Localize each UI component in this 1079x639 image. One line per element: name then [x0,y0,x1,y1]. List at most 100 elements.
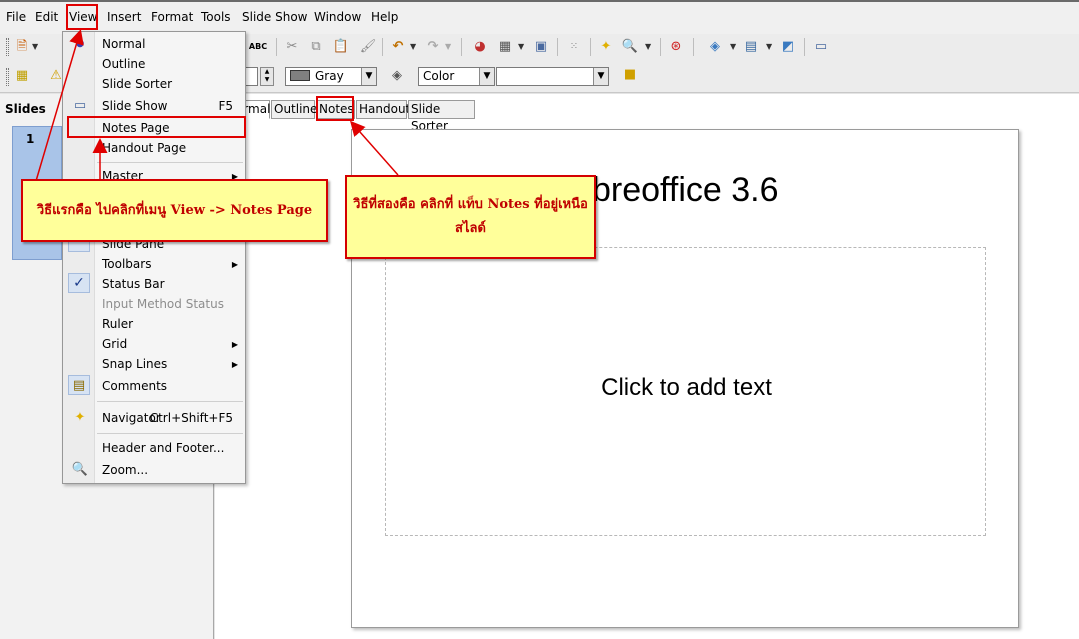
placeholder-text: Click to add text [601,374,772,401]
menu-item-toolbars[interactable]: Toolbars [102,257,151,271]
menu-item-grid[interactable]: Grid [102,337,127,351]
area-value-select[interactable]: ▼ [496,67,609,86]
start-slideshow-icon[interactable]: ▭ [813,39,829,55]
chevron-down-icon[interactable]: ▼ [766,39,773,55]
toolbar-grip[interactable] [6,68,9,86]
slide-layout-icon[interactable]: ▤ [743,39,759,55]
menu-tools[interactable]: Tools [201,10,231,24]
tab-slide-sorter[interactable]: Slide Sorter [408,100,475,133]
menu-item-normal[interactable]: Normal [102,37,145,51]
menu-slide-show[interactable]: Slide Show [242,10,307,24]
undo-icon[interactable]: ↶ [390,39,406,55]
clone-formatting-icon[interactable]: 🖌 [360,39,377,55]
toolbar-separator [590,38,591,56]
chevron-down-icon[interactable]: ▼ [361,68,376,85]
menu-item-snap-lines[interactable]: Snap Lines [102,357,167,371]
tab-handout[interactable]: Handout [356,100,410,119]
highlight-notes-tab [316,96,354,121]
shadow-icon[interactable]: ■ [622,67,638,83]
navigator-icon: ✦ [74,409,86,425]
callout-first-method: วิธีแรกคือ ไปคลิกที่เมนู View -> Notes P… [21,179,328,242]
toolbar-separator [276,38,277,56]
menu-edit[interactable]: Edit [35,10,58,24]
line-color-value: Gray [315,69,344,83]
toolbar-separator [693,38,694,56]
toolbar-grip[interactable] [6,38,9,56]
highlight-view-menu [66,4,98,30]
new-document-icon[interactable]: 🗎 [14,39,30,55]
copy-icon[interactable]: ⧉ [308,39,324,55]
display-views-icon[interactable]: ▣ [533,39,549,55]
area-style-icon[interactable]: ◈ [389,68,405,84]
toolbar-separator [660,38,661,56]
slide-number: 1 [26,132,35,146]
chevron-down-icon[interactable]: ▼ [518,39,525,55]
menu-item-slide-show[interactable]: Slide Show [102,99,167,113]
toolbar-separator [461,38,462,56]
slide-title[interactable]: breoffice 3.6 [592,170,779,210]
menu-separator [97,401,243,402]
comment-icon: ▤ [72,377,86,393]
slide-design-icon[interactable]: ◈ [707,39,723,55]
spellcheck-icon[interactable]: ABC [249,39,267,55]
zoom-icon: 🔍 [71,461,89,477]
toolbar-separator [557,38,558,56]
paste-icon[interactable]: 📋 [333,39,349,55]
chevron-down-icon[interactable]: ▼ [593,68,608,85]
toolbar-separator [804,38,805,56]
chevron-down-icon[interactable]: ▼ [32,39,39,55]
navigator-icon[interactable]: ✦ [598,39,614,55]
submenu-arrow-icon: ▶ [231,340,238,349]
callout-second-method: วิธีที่สองคือ คลิกที่ แท็บ Notes ที่อยู่… [345,175,596,259]
line-color-swatch [290,70,310,81]
slideshow-icon: ▭ [73,97,87,113]
area-style-value: Color [423,69,455,83]
toolbar-separator [382,38,383,56]
line-arrow-style-icon[interactable]: ▦ [14,68,30,84]
checkmark-icon: ✓ [73,275,85,291]
menu-item-handout-page[interactable]: Handout Page [102,141,186,155]
menu-insert[interactable]: Insert [107,10,141,24]
chevron-down-icon[interactable]: ▼ [479,68,494,85]
menu-format[interactable]: Format [151,10,193,24]
cut-icon[interactable]: ✂ [284,39,300,55]
menu-window[interactable]: Window [314,10,361,24]
line-color-select[interactable]: Gray ▼ [285,67,377,86]
slides-pane-title: Slides [5,102,46,116]
highlight-notes-page [67,116,246,138]
menu-item-slide-sorter[interactable]: Slide Sorter [102,77,172,91]
shortcut-navigator: Ctrl+Shift+F5 [149,411,233,425]
redo-icon[interactable]: ↷ [425,39,441,55]
slide-transition-icon[interactable]: ◩ [780,39,796,55]
chevron-down-icon[interactable]: ▼ [730,39,737,55]
menu-separator [97,433,243,434]
shortcut-f5: F5 [218,99,233,113]
chevron-down-icon[interactable]: ▼ [410,39,417,55]
menu-item-comments[interactable]: Comments [102,379,167,393]
help-icon[interactable]: ⊛ [668,39,684,55]
tab-outline[interactable]: Outline [271,100,317,119]
callout-first-method-text: วิธีแรกคือ ไปคลิกที่เมนู View -> Notes P… [36,202,313,218]
callout-second-method-text: วิธีที่สองคือ คลิกที่ แท็บ Notes ที่อยู่… [353,197,588,236]
table-icon[interactable]: ▦ [497,39,513,55]
menu-item-zoom[interactable]: Zoom... [102,463,148,477]
line-width-stepper[interactable]: ▲ ▼ [260,67,274,86]
menu-item-outline[interactable]: Outline [102,57,145,71]
text-placeholder[interactable]: Click to add text [385,247,986,536]
menu-item-status-bar[interactable]: Status Bar [102,277,165,291]
chevron-down-icon[interactable]: ▼ [645,39,652,55]
menu-item-header-footer[interactable]: Header and Footer... [102,441,224,455]
chevron-down-icon[interactable]: ▼ [445,39,452,55]
menu-file[interactable]: File [6,10,26,24]
menu-help[interactable]: Help [371,10,398,24]
menu-bar: File Edit View Insert Format Tools Slide… [0,0,1079,34]
menu-item-input-method-status: Input Method Status [102,297,224,311]
menu-separator [97,162,243,163]
chart-icon[interactable]: ◕ [472,39,488,55]
menu-item-ruler[interactable]: Ruler [102,317,133,331]
view-menu: ● Normal Outline Slide Sorter ▭ Slide Sh… [62,31,246,484]
zoom-icon[interactable]: 🔍 [622,39,638,55]
submenu-arrow-icon: ▶ [231,360,238,369]
grid-icon[interactable]: ⁙ [566,39,582,55]
area-style-select[interactable]: Color ▼ [418,67,495,86]
